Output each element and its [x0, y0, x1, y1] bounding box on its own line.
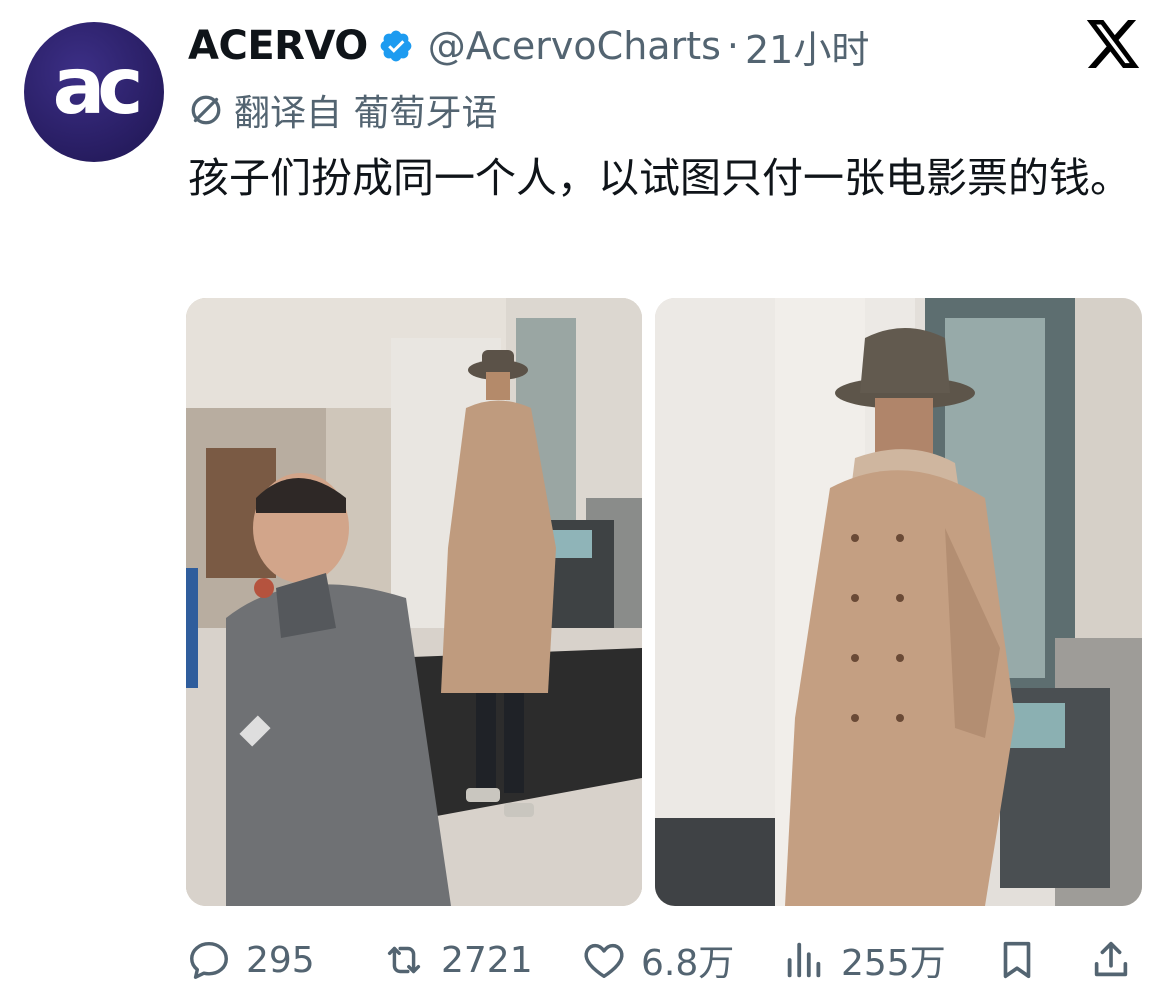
timestamp[interactable]: 21小时	[745, 19, 869, 74]
retweet-count: 2721	[441, 939, 533, 981]
reply-icon	[190, 941, 228, 979]
translation-label[interactable]: 翻译自 葡萄牙语	[188, 86, 497, 134]
verified-badge-icon	[380, 30, 412, 62]
tweet-action-bar: 295 2721 6.8万 255万	[186, 930, 1146, 990]
user-handle[interactable]: @AcervoCharts	[428, 24, 721, 68]
retweet-button[interactable]: 2721	[381, 930, 533, 990]
avatar[interactable]: ac	[24, 22, 164, 162]
x-logo-icon	[1086, 20, 1140, 68]
avatar-logo-text: ac	[52, 42, 144, 132]
reply-button[interactable]: 295	[186, 930, 315, 990]
photo-1-illustration	[186, 298, 642, 906]
translate-icon	[191, 95, 221, 125]
like-button[interactable]: 6.8万	[581, 930, 734, 990]
bookmark-icon	[1003, 941, 1031, 979]
separator-dot: ·	[726, 24, 739, 68]
share-button[interactable]	[1088, 930, 1148, 990]
views-icon	[787, 942, 821, 978]
display-name[interactable]: ACERVO	[188, 23, 368, 69]
translation-text: 翻译自 葡萄牙语	[234, 93, 498, 134]
views-count: 255万	[841, 943, 946, 984]
tweet-text: 孩子们扮成同一个人，以试图只付一张电影票的钱。	[188, 154, 1131, 202]
views-button[interactable]: 255万	[781, 930, 946, 990]
like-count: 6.8万	[641, 943, 735, 984]
retweet-icon	[387, 946, 421, 974]
photo-2-illustration	[655, 298, 1142, 906]
share-icon	[1094, 941, 1128, 977]
tweet-photo-2[interactable]	[655, 298, 1142, 906]
tweet-header: ACERVO @AcervoCharts · 21小时	[188, 18, 869, 74]
reply-count: 295	[246, 939, 315, 981]
bookmark-button[interactable]	[994, 930, 1054, 990]
like-icon	[584, 943, 624, 979]
tweet-photo-1[interactable]	[186, 298, 642, 906]
